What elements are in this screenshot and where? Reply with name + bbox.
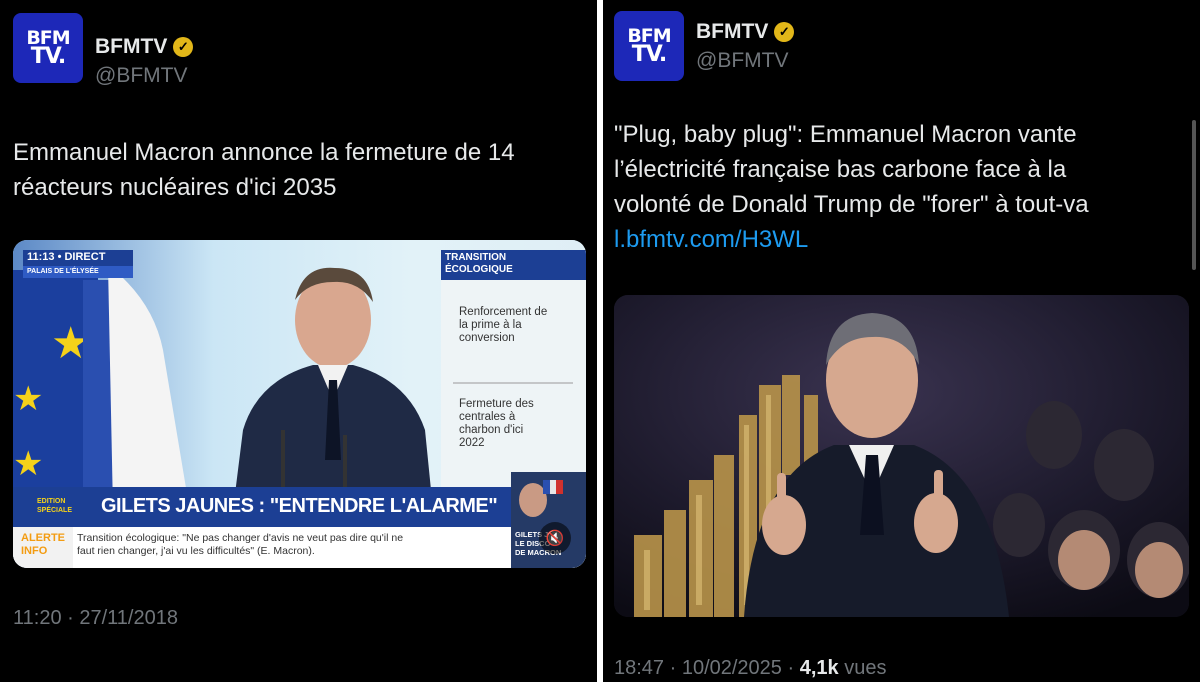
avatar-logo-text-line2: TV.	[30, 43, 67, 69]
live-time-text: 11:13 • DIRECT	[27, 251, 106, 263]
topic-line: TRANSITION	[445, 252, 507, 263]
tweet-meta: 18:47 · 10/02/2025 · 4,1k vues	[614, 657, 886, 680]
topic-label: TRANSITION ÉCOLOGIQUE	[445, 252, 513, 276]
tweet-text-line: Emmanuel Macron annonce la fermeture de …	[13, 139, 515, 166]
author-name[interactable]: BFMTV ✓	[95, 35, 194, 59]
bfmtv-avatar[interactable]: BFM TV.	[13, 13, 83, 83]
author-name-text: BFMTV	[696, 20, 769, 43]
edition-line: SPÉCIALE	[37, 507, 73, 514]
tweet-left: BFM TV. BFMTV ✓ @BFMTV Emmanuel Macron an…	[0, 0, 597, 682]
verified-badge-icon: ✓	[173, 37, 194, 57]
location-text: PALAIS DE L'ÉLYSÉE	[27, 268, 99, 275]
author-name-text: BFMTV	[95, 35, 168, 58]
info-panel	[441, 250, 586, 510]
topic-line: ÉCOLOGIQUE	[445, 264, 513, 275]
bullet-line: 2022	[459, 437, 485, 449]
speaker-mute-icon[interactable]: 🔇	[539, 522, 571, 554]
photo-image	[614, 295, 1189, 617]
tweet-text: "Plug, baby plug": Emmanuel Macron vante…	[614, 117, 1089, 257]
views-label: vues	[838, 657, 887, 679]
alerte-line: INFO	[21, 545, 48, 557]
edition-line: EDITION	[37, 498, 66, 505]
ticker-line: Transition écologique: "Ne pas changer d…	[77, 532, 404, 544]
bullet-line: centrales à	[459, 411, 516, 423]
bfmtv-avatar[interactable]: BFM TV.	[614, 11, 684, 81]
tweet-text-line: l’électricité française bas carbone face…	[614, 156, 1067, 183]
tweet-timestamp[interactable]: 11:20 · 27/11/2018	[13, 607, 178, 630]
tweet-text-line: volonté de Donald Trump de "forer" à tou…	[614, 191, 1089, 218]
alerte-line: ALERTE	[21, 532, 65, 544]
views-count: 4,1k	[799, 657, 839, 679]
author-name[interactable]: BFMTV ✓	[696, 20, 795, 44]
tweet-video[interactable]: ★ ★ ★ 11:13 • DIRECT PALAIS DE L'ÉLYSÉE …	[13, 240, 586, 568]
bullet-line: charbon d'ici	[459, 424, 524, 436]
bullet-line: Fermeture des	[459, 398, 534, 410]
svg-text:★: ★	[13, 444, 43, 484]
tweet-text-line: "Plug, baby plug": Emmanuel Macron vante	[614, 121, 1077, 148]
bullet-line: conversion	[459, 332, 515, 344]
avatar-logo-text-line2: TV.	[631, 41, 668, 67]
svg-text:★: ★	[13, 379, 43, 419]
tweet-right: BFM TV. BFMTV ✓ @BFMTV "Plug, baby plug":…	[603, 0, 1200, 682]
bullet-2: Fermeture des centrales à charbon d'ici …	[459, 398, 534, 450]
bullet-1: Renforcement de la prime à la conversion	[459, 306, 547, 345]
tweet-text: Emmanuel Macron annonce la fermeture de …	[13, 135, 515, 205]
author-handle[interactable]: @BFMTV	[696, 49, 788, 73]
tweet-link[interactable]: l.bfmtv.com/H3WL	[614, 222, 1089, 257]
ticker-text: Transition écologique: "Ne pas changer d…	[77, 532, 403, 558]
bullet-line: la prime à la	[459, 319, 522, 331]
tweet-photo[interactable]	[614, 295, 1189, 617]
scrollbar[interactable]	[1192, 120, 1196, 270]
tweet-timestamp[interactable]: 18:47 · 10/02/2025 ·	[614, 657, 800, 679]
tweet-text-line: réacteurs nucléaires d'ici 2035	[13, 174, 337, 201]
verified-badge-icon: ✓	[774, 22, 795, 42]
author-handle[interactable]: @BFMTV	[95, 64, 187, 88]
bullet-line: Renforcement de	[459, 306, 548, 318]
edition-label: EDITION SPÉCIALE	[37, 497, 72, 515]
headline-text: GILETS JAUNES : "ENTENDRE L'ALARME"	[101, 495, 498, 517]
alerte-info-label: ALERTE INFO	[21, 532, 65, 558]
ticker-line: faut rien changer, j'ai vu les difficult…	[77, 545, 315, 557]
